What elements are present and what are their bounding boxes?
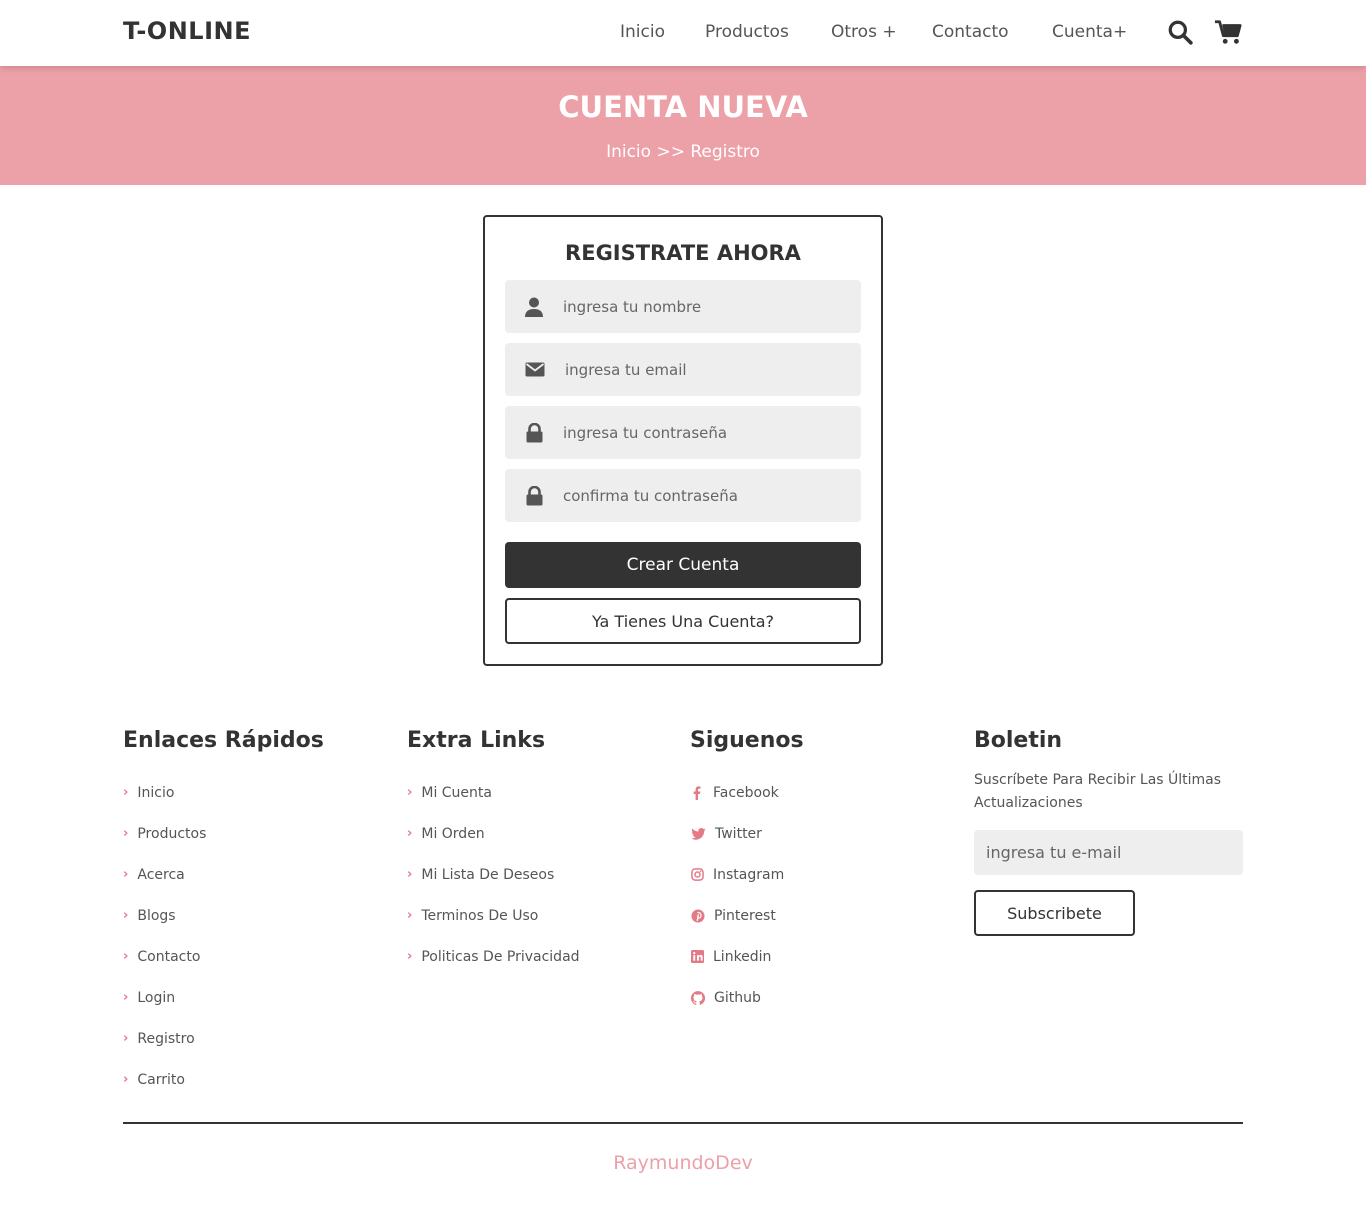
list-item[interactable]: Github	[690, 977, 804, 1018]
github-icon	[690, 990, 705, 1005]
nav-productos[interactable]: Productos	[705, 22, 789, 42]
chevron-right-icon: ›	[407, 826, 413, 841]
footer-newsletter: Boletin Suscríbete Para Recibir Las Últi…	[974, 728, 1244, 815]
search-icon[interactable]	[1166, 18, 1194, 46]
footer-credit: RaymundoDev	[613, 1152, 753, 1174]
chevron-right-icon: ›	[407, 908, 413, 923]
list-item[interactable]: Pinterest	[690, 895, 804, 936]
list-item[interactable]: Twitter	[690, 813, 804, 854]
footer-heading: Extra Links	[407, 728, 546, 753]
name-input[interactable]	[563, 297, 843, 316]
create-account-button[interactable]: Crear Cuenta	[505, 542, 861, 588]
password-field[interactable]	[505, 406, 861, 459]
footer-quick-links: Enlaces Rápidos › Inicio › Productos › Acer…	[123, 728, 324, 1100]
register-form: REGISTRATE AHORA Crear Cuenta Ya Tienes …	[483, 215, 883, 666]
list-item[interactable]: › Registro	[123, 1018, 324, 1059]
have-account-button[interactable]: Ya Tienes Una Cuenta?	[505, 598, 861, 644]
footer-extra-links: Extra Links › Mi Cuenta › Mi Orden › Mi Lis…	[407, 728, 580, 977]
newsletter-email-input[interactable]	[974, 830, 1243, 875]
newsletter-text: Suscríbete Para Recibir Las Últimas Actu…	[974, 772, 1222, 811]
list-item[interactable]: Linkedin	[690, 936, 804, 977]
list-item[interactable]: › Inicio	[123, 772, 324, 813]
breadcrumb[interactable]: Inicio >> Registro	[0, 142, 1366, 162]
nav-otros[interactable]: Otros +	[831, 22, 897, 42]
facebook-icon	[690, 785, 704, 800]
nav-inicio[interactable]: Inicio	[620, 22, 665, 42]
nav-cuenta[interactable]: Cuenta+	[1052, 22, 1127, 42]
site-logo[interactable]: T-ONLINE	[123, 17, 251, 45]
chevron-right-icon: ›	[123, 1031, 129, 1046]
confirm-password-field[interactable]	[505, 469, 861, 522]
list-item[interactable]: Instagram	[690, 854, 804, 895]
form-title: REGISTRATE AHORA	[565, 241, 801, 265]
list-item[interactable]: › Carrito	[123, 1059, 324, 1100]
subscribe-button[interactable]: Subscribete	[974, 890, 1135, 936]
list-item[interactable]: › Acerca	[123, 854, 324, 895]
chevron-right-icon: ›	[123, 867, 129, 882]
user-icon	[505, 297, 563, 317]
site-header: T-ONLINE Inicio Productos Otros + Contac…	[0, 0, 1366, 66]
pinterest-icon	[690, 909, 705, 923]
nav-contacto[interactable]: Contacto	[932, 22, 1009, 42]
confirm-password-input[interactable]	[563, 486, 843, 505]
footer-heading: Enlaces Rápidos	[123, 728, 324, 753]
chevron-right-icon: ›	[123, 908, 129, 923]
footer-heading: Boletin	[974, 728, 1063, 753]
email-field[interactable]	[505, 343, 861, 396]
email-input[interactable]	[565, 360, 845, 379]
page-banner: CUENTA NUEVA Inicio >> Registro	[0, 66, 1366, 185]
list-item[interactable]: › Blogs	[123, 895, 324, 936]
lock-icon	[505, 485, 563, 506]
list-item[interactable]: › Terminos De Uso	[407, 895, 580, 936]
instagram-icon	[690, 868, 704, 882]
chevron-right-icon: ›	[407, 949, 413, 964]
list-item[interactable]: › Contacto	[123, 936, 324, 977]
list-item[interactable]: › Politicas De Privacidad	[407, 936, 580, 977]
password-input[interactable]	[563, 423, 843, 442]
list-item[interactable]: › Login	[123, 977, 324, 1018]
footer-heading: Siguenos	[690, 728, 804, 753]
twitter-icon	[690, 827, 706, 841]
chevron-right-icon: ›	[407, 785, 413, 800]
chevron-right-icon: ›	[123, 785, 129, 800]
list-item[interactable]: Facebook	[690, 772, 804, 813]
envelope-icon	[505, 362, 565, 377]
chevron-right-icon: ›	[407, 867, 413, 882]
linkedin-icon	[690, 950, 704, 964]
footer-divider	[123, 1122, 1243, 1124]
lock-icon	[505, 422, 563, 443]
name-field[interactable]	[505, 280, 861, 333]
list-item[interactable]: › Mi Cuenta	[407, 772, 580, 813]
page-title: CUENTA NUEVA	[558, 90, 808, 124]
list-item[interactable]: › Productos	[123, 813, 324, 854]
chevron-right-icon: ›	[123, 949, 129, 964]
footer-social-links: Siguenos Facebook Twitter Instagram Pint…	[690, 728, 804, 1018]
list-item[interactable]: › Mi Lista De Deseos	[407, 854, 580, 895]
chevron-right-icon: ›	[123, 990, 129, 1005]
chevron-right-icon: ›	[123, 1072, 129, 1087]
list-item[interactable]: › Mi Orden	[407, 813, 580, 854]
chevron-right-icon: ›	[123, 826, 129, 841]
cart-icon[interactable]	[1214, 18, 1242, 46]
